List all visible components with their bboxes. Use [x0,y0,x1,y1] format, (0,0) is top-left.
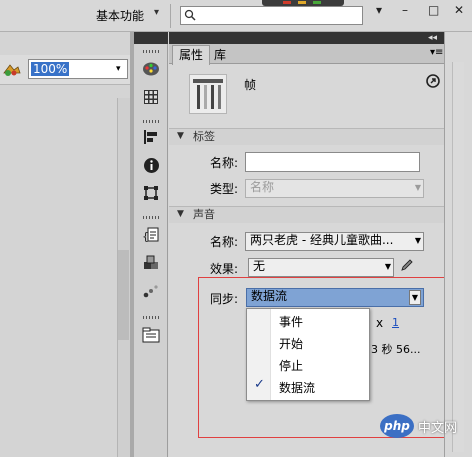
dock-grip[interactable] [143,120,159,123]
label-type-select[interactable]: 名称 ▼ [245,179,424,198]
frame-icon [189,74,227,114]
search-input[interactable] [180,6,363,25]
grip-red-light [283,1,291,4]
zoom-value[interactable]: 100% [31,62,70,76]
chevron-down-icon[interactable]: ▾ [376,3,382,17]
chevron-down-icon[interactable]: ▾ [116,64,121,74]
help-icon[interactable] [426,74,440,88]
grip-green-light [313,1,321,4]
frame-type-label: 帧 [244,78,257,92]
sound-effect-label: 效果: [209,262,238,276]
scrollbar-thumb[interactable] [118,250,129,340]
triangle-down-icon: ▼ [177,209,184,219]
pencil-icon[interactable] [400,258,414,272]
search-icon [184,9,196,21]
align-icon[interactable] [137,126,165,148]
triangle-down-icon: ▼ [177,131,184,141]
chevron-down-icon: ▼ [414,236,421,245]
project-icon[interactable] [137,324,165,346]
sound-name-label: 名称: [209,235,238,249]
window-controls: ▾ – □ ✕ [372,0,472,20]
chevron-down-icon: ▼ [414,183,421,192]
tab-library[interactable]: 库 [214,46,226,64]
collapse-panel-icon[interactable]: ◂◂ [428,32,437,44]
dock-grip[interactable] [143,216,159,219]
maximize-icon[interactable]: □ [428,3,439,17]
close-icon[interactable]: ✕ [454,3,464,17]
svg-text:{: { [142,230,149,243]
code-snippets-icon[interactable]: { [137,224,165,246]
edit-scene-icon[interactable] [2,61,22,77]
chevron-down-icon: ▼ [384,262,391,271]
dock-header [134,32,168,44]
transform-icon[interactable] [137,182,165,204]
panel-header [169,32,444,44]
workspace-switcher[interactable]: 基本功能 [96,7,144,24]
sound-name-select[interactable]: 两只老虎 - 经典儿童歌曲... ▼ [245,232,424,251]
color-panel-icon[interactable] [137,58,165,80]
divider [170,4,171,28]
highlight-box [198,277,447,438]
minimize-icon[interactable]: – [402,3,408,17]
stage-area [0,32,130,457]
components-icon[interactable] [137,252,165,274]
chevron-down-icon[interactable]: ▾ [154,7,159,18]
sound-effect-select[interactable]: 无 ▼ [248,258,394,277]
label-name-label: 名称: [209,156,238,170]
section-label[interactable]: ▼ 标签 [169,128,444,145]
label-type-label: 类型: [209,182,238,196]
grip-yellow-light [298,1,306,4]
panel-tabs [169,44,444,64]
tab-properties[interactable]: 属性 [172,45,210,65]
dock-grip[interactable] [143,316,159,319]
dock-grip[interactable] [143,50,159,53]
watermark-text: 中文网 [418,421,458,436]
panel-scrollbar[interactable] [452,62,464,452]
panel-menu-icon[interactable]: ▾≡ [430,47,443,58]
label-name-input[interactable] [245,152,420,172]
motion-presets-icon[interactable] [137,280,165,302]
watermark-logo: php [380,414,414,438]
section-sound[interactable]: ▼ 声音 [169,206,444,223]
info-icon[interactable] [137,154,165,176]
swatches-icon[interactable] [137,86,165,108]
